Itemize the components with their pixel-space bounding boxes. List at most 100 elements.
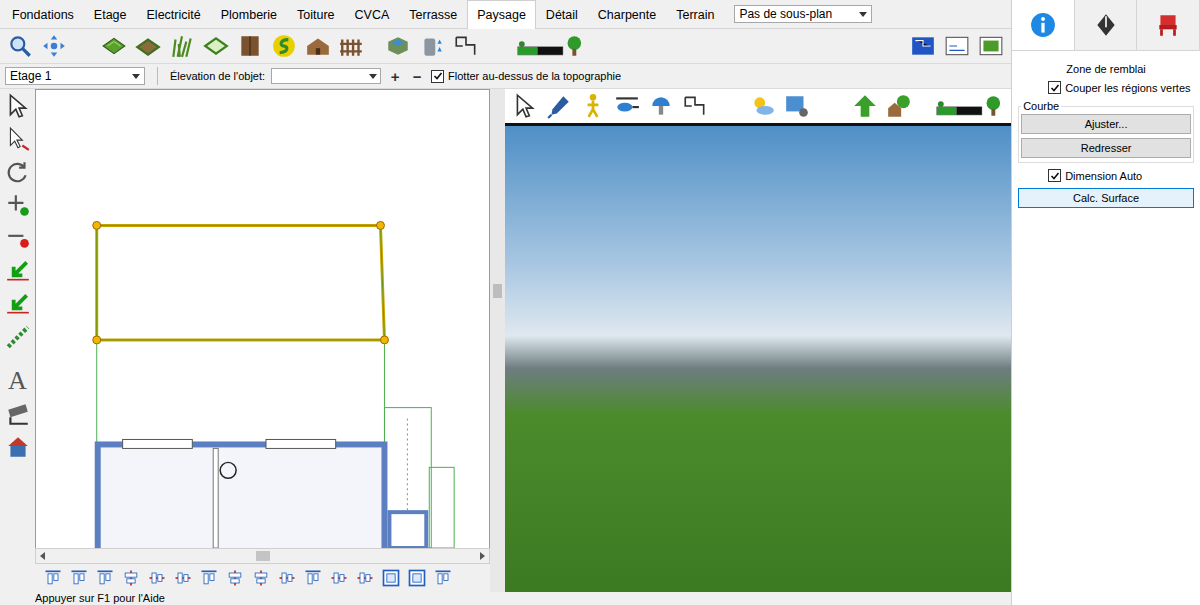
panel-tab[interactable] <box>1137 0 1200 50</box>
3d-toolbar <box>505 89 1011 123</box>
align-icon[interactable] <box>353 566 377 590</box>
align-icon[interactable] <box>145 566 169 590</box>
scroll-left-icon[interactable] <box>40 552 45 560</box>
object-icon <box>1155 12 1181 38</box>
panel-body: Zone de remblai Couper les régions vertes… <box>1012 51 1200 208</box>
selected-fill-region[interactable] <box>93 221 389 343</box>
pool-icon[interactable] <box>383 31 413 61</box>
float-checkbox[interactable]: Flotter au-dessus de la topographie <box>431 70 621 83</box>
sun-sky-icon[interactable] <box>748 91 778 121</box>
menu-tab[interactable]: Fondations <box>2 0 84 29</box>
rotate-icon[interactable] <box>3 157 33 187</box>
menu-tab[interactable]: Plomberie <box>211 0 287 29</box>
sprinkler-icon[interactable] <box>646 91 676 121</box>
raise-terrain-icon[interactable] <box>850 91 880 121</box>
scroll-right-icon[interactable] <box>480 552 485 560</box>
3d-view-icon[interactable] <box>976 31 1006 61</box>
align-icon[interactable] <box>431 566 455 590</box>
menu-tab[interactable]: Electricité <box>137 0 211 29</box>
select-icon[interactable] <box>3 91 33 121</box>
menu-tab[interactable]: CVCA <box>345 0 400 29</box>
menu-tab[interactable]: Détail <box>536 0 588 29</box>
floor-select[interactable]: Etage 1 <box>5 67 145 85</box>
menu-tab[interactable]: Terrasse <box>399 0 467 29</box>
walkthrough-icon[interactable] <box>578 91 608 121</box>
align-icon[interactable] <box>223 566 247 590</box>
auto-dimension-checkbox[interactable]: Dimension Auto <box>1048 169 1194 182</box>
chain-icon[interactable] <box>3 322 33 352</box>
checkbox[interactable] <box>431 70 444 83</box>
align-icon[interactable] <box>67 566 91 590</box>
menu-tab[interactable]: Etage <box>84 0 137 29</box>
terrain-feature-icon[interactable] <box>133 31 163 61</box>
edit-handle[interactable] <box>380 336 388 344</box>
path-icon[interactable] <box>451 31 481 61</box>
shed-icon[interactable] <box>303 31 333 61</box>
edit-handle[interactable] <box>376 221 384 229</box>
menu-tab[interactable]: Charpente <box>588 0 666 29</box>
eyedropper-icon[interactable] <box>544 91 574 121</box>
render-settings-icon[interactable] <box>782 91 812 121</box>
align-icon[interactable] <box>119 566 143 590</box>
align-icon[interactable] <box>41 566 65 590</box>
house-walls <box>98 439 427 548</box>
terrain-region-icon[interactable] <box>99 31 129 61</box>
align-icon[interactable] <box>197 566 221 590</box>
fence-icon[interactable] <box>337 31 367 61</box>
curve-button[interactable]: Ajuster... <box>1021 114 1191 134</box>
calc-surface-button[interactable]: Calc. Surface <box>1018 188 1194 208</box>
fly-icon[interactable] <box>612 91 642 121</box>
cut-green-checkbox[interactable]: Couper les régions vertes <box>1048 81 1194 94</box>
house-icon[interactable] <box>3 432 33 462</box>
sprinkler-path-icon[interactable] <box>269 31 299 61</box>
landscape-object-icon[interactable] <box>235 31 265 61</box>
align-icon[interactable] <box>327 566 351 590</box>
layout-view-icon[interactable] <box>942 31 972 61</box>
move-down-icon[interactable] <box>3 256 33 286</box>
pane-splitter[interactable] <box>490 89 505 592</box>
irrigation-icon[interactable] <box>417 31 447 61</box>
plan-icon[interactable] <box>680 91 710 121</box>
horizontal-scrollbar[interactable] <box>35 548 490 564</box>
camera-icon[interactable] <box>3 399 33 429</box>
object-bar: Etage 1Élevation de l'objet:+−Flotter au… <box>0 63 1011 89</box>
splitter-handle[interactable] <box>493 284 502 298</box>
text-tool[interactable]: A <box>3 366 33 396</box>
align-icon[interactable] <box>379 566 403 590</box>
menu-tab[interactable]: Toiture <box>287 0 345 29</box>
add-point-icon[interactable] <box>3 190 33 220</box>
elevation-input[interactable] <box>271 68 381 84</box>
panel-tab[interactable] <box>1075 0 1138 50</box>
plant-icon[interactable] <box>167 31 197 61</box>
pan-icon[interactable] <box>39 31 69 61</box>
align-icon[interactable] <box>249 566 273 590</box>
render-view[interactable] <box>505 123 1011 592</box>
select-multiple-icon[interactable] <box>3 124 33 154</box>
align-icon[interactable] <box>405 566 429 590</box>
align-icon[interactable] <box>171 566 195 590</box>
scroll-thumb[interactable] <box>256 551 270 561</box>
elevation-step-button[interactable]: + <box>387 68 403 84</box>
plan-view-icon[interactable] <box>908 31 938 61</box>
panel-tab[interactable] <box>1012 0 1075 50</box>
move-copy-icon[interactable] <box>3 289 33 319</box>
menu-tab[interactable]: Terrain <box>666 0 724 29</box>
plan-selector[interactable]: Pas de sous-plan <box>734 5 872 23</box>
checkbox[interactable] <box>1048 81 1061 94</box>
select-icon[interactable] <box>510 91 540 121</box>
terrain-house-icon[interactable] <box>884 91 914 121</box>
edit-handle[interactable] <box>93 221 101 229</box>
checkbox[interactable] <box>1048 169 1061 182</box>
garden-bed-icon[interactable] <box>201 31 231 61</box>
panel-title: Zone de remblai <box>1018 63 1194 75</box>
align-icon[interactable] <box>275 566 299 590</box>
zoom-icon[interactable] <box>5 31 35 61</box>
menu-tab[interactable]: Paysage <box>467 0 536 29</box>
delete-point-icon[interactable] <box>3 223 33 253</box>
align-icon[interactable] <box>301 566 325 590</box>
edit-handle[interactable] <box>93 336 101 344</box>
plan-canvas[interactable] <box>35 89 490 548</box>
curve-button[interactable]: Redresser <box>1021 138 1191 158</box>
align-icon[interactable] <box>93 566 117 590</box>
elevation-step-button[interactable]: − <box>409 68 425 84</box>
